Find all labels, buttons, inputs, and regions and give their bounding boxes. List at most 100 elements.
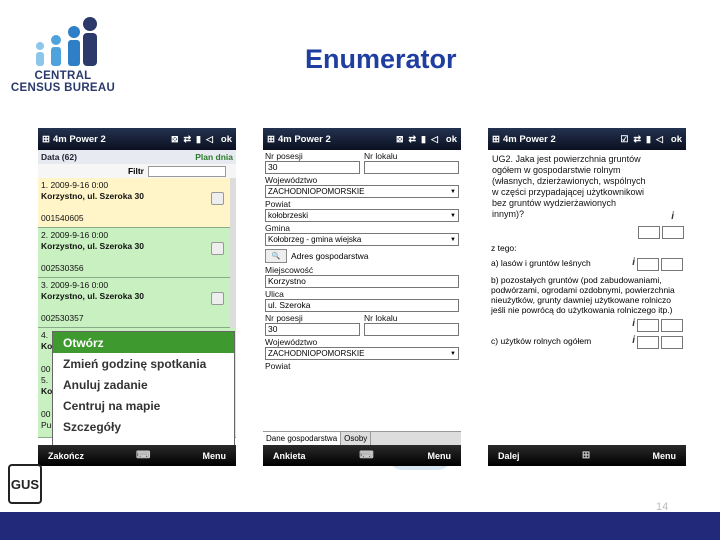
page-title: Enumerator [305,44,457,74]
gus-logo: GUS [8,464,42,504]
filter-input[interactable] [148,165,226,177]
nr-posesji-input[interactable]: 30 [265,161,360,174]
sync-icon: ⇄ [183,133,192,144]
volume-icon[interactable]: ◁ [431,134,438,145]
phone1-ok-button[interactable]: ok [221,134,232,145]
list-item[interactable]: 3. 2009-9-16 0:00 Korzystno, ul. Szeroka… [38,278,236,328]
windows-start-icon[interactable]: ⊞ [267,134,275,145]
list-header[interactable]: Data (62) Plan dnia [38,150,236,164]
logo-line-2: CENSUS BUREAU [10,82,116,94]
wojewodztwo-select[interactable]: ZACHODNIOPOMORSKIE [265,185,459,198]
battery-icon: ▮ [646,133,651,144]
option-a: a) lasów i gruntów leśnych i [488,256,686,273]
logo-line-1: CENTRAL [34,70,92,82]
option-b-ha[interactable] [637,319,659,332]
option-c-ar[interactable] [661,336,683,349]
keyboard-icon[interactable]: ⌨ [136,450,150,461]
windows-start-icon[interactable]: ⊞ [42,134,50,145]
gmina-select[interactable]: Kołobrzeg - gmina wiejska [265,233,459,246]
tab-dane-gospodarstwa[interactable]: Dane gospodarstwa [263,432,342,445]
nr-lokalu-input[interactable] [364,161,459,174]
phone2-ok-button[interactable]: ok [446,134,457,145]
info-icon[interactable]: i [671,211,674,222]
col-lokalu-2: Nr lokalu [364,312,459,336]
windows-start-icon[interactable]: ⊞ [492,134,500,145]
option-b-ar[interactable] [661,319,683,332]
ulica-input[interactable]: ul. Szeroka [265,299,459,312]
slide: CENTRAL CENSUS BUREAU Enumerator ⊞ 4m Po… [0,0,720,540]
miejscowosc-input[interactable]: Korzystno [265,275,459,288]
record-date: 2. 2009-9-16 0:00 [41,230,109,240]
record-checkbox[interactable] [211,192,224,205]
answer-total-ar[interactable] [662,225,684,239]
nr-posesji-input-2[interactable]: 30 [265,323,360,336]
phone3-title-bar: ⊞ 4m Power 2 ☑ ⇄ ▮ ◁ ok [488,128,686,150]
row-posesji-lokalu-2: Nr posesji 30 Nr lokalu [265,312,459,336]
list-item[interactable]: 2. 2009-9-16 0:00 Korzystno, ul. Szeroka… [38,228,236,278]
menu-item-cancel-task[interactable]: Anuluj zadanie [53,374,234,395]
record-checkbox[interactable] [211,242,224,255]
record-checkbox[interactable] [211,292,224,305]
search-icon[interactable]: 🔍 [265,249,287,263]
softkey-menu[interactable]: Menu [427,451,451,461]
z-tego-label: z tego: [491,243,517,253]
col-lokalu: Nr lokalu [364,150,459,174]
phone2-softkeys: Ankieta ⌨ Menu [263,445,461,466]
phone2-app-title: 4m Power 2 [277,133,331,145]
col-posesji-2: Nr posesji 30 [265,312,360,336]
signal-icon: ⊠ [170,133,179,144]
status-icons: ☑ ⇄ ▮ ◁ [620,134,663,145]
option-c: c) użytków rolnych ogółem i [488,334,686,351]
record-date: 1. 2009-9-16 0:00 [41,180,109,190]
phone-task-list: ⊞ 4m Power 2 ⊠ ⇄ ▮ ◁ ok Data (62) Plan d… [38,128,236,466]
form-tabs: Dane gospodarstwa Osoby [263,431,461,445]
softkey-next[interactable]: Dalej [498,451,520,461]
phone3-app-title: 4m Power 2 [502,133,556,145]
nr-posesji-label-2: Nr posesji [265,313,303,323]
option-c-ha[interactable] [637,336,659,349]
sync-icon: ⇄ [633,133,642,144]
option-c-label: c) użytków rolnych ogółem [491,336,592,346]
option-a-label: a) lasów i gruntów leśnych [491,258,591,268]
phone3-softkeys: Dalej ⊞ Menu [488,445,686,466]
scrollbar[interactable] [230,178,236,328]
plan-button[interactable]: Plan dnia [195,152,233,162]
answer-total-ha[interactable] [638,225,660,239]
keyboard-icon[interactable]: ⊞ [582,450,590,461]
powiat-select[interactable]: kołobrzeski [265,209,459,222]
record-id: 002530356 [41,263,84,273]
info-icon[interactable]: i [632,336,635,349]
address-form: Nr posesji 30 Nr lokalu Województwo ZACH… [263,150,461,371]
info-icon[interactable]: i [632,258,635,271]
wojewodztwo-label-2: Województwo [265,337,318,347]
question-ug2: UG2. Jaka jest powierzchnia gruntów ogół… [492,154,646,219]
phone3-ok-button[interactable]: ok [671,134,682,145]
tab-osoby[interactable]: Osoby [341,432,372,445]
phone2-title-bar: ⊞ 4m Power 2 ⊠ ⇄ ▮ ◁ ok [263,128,461,150]
keyboard-icon[interactable]: ⌨ [359,450,373,461]
option-a-ha[interactable] [637,258,659,271]
filter-label: Filtr [127,166,144,176]
list-header-label: Data (62) [41,152,77,162]
record-date: 3. 2009-9-16 0:00 [41,280,109,290]
menu-item-center-map[interactable]: Centruj na mapie [53,395,234,416]
context-menu: Otwórz Zmień godzinę spotkania Anuluj za… [52,331,235,446]
menu-item-open[interactable]: Otwórz [53,332,234,353]
wojewodztwo-select-2[interactable]: ZACHODNIOPOMORSKIE [265,347,459,360]
softkey-menu[interactable]: Menu [653,451,677,461]
volume-icon[interactable]: ◁ [206,134,213,145]
nr-lokalu-input-2[interactable] [364,323,459,336]
adres-row: 🔍 Adres gospodarstwa [265,248,459,264]
nr-posesji-label: Nr posesji [265,151,303,161]
powiat-label: Powiat [265,199,291,209]
info-icon[interactable]: i [632,319,635,332]
menu-item-details[interactable]: Szczegóły [53,416,234,437]
list-item[interactable]: 1. 2009-9-16 0:00 Korzystno, ul. Szeroka… [38,178,236,228]
menu-item-change-time[interactable]: Zmień godzinę spotkania [53,353,234,374]
volume-icon[interactable]: ◁ [656,134,663,145]
battery-icon: ▮ [196,133,201,144]
option-a-ar[interactable] [661,258,683,271]
softkey-finish[interactable]: Zakończ [48,451,84,461]
softkey-survey[interactable]: Ankieta [273,451,306,461]
softkey-menu[interactable]: Menu [202,451,226,461]
